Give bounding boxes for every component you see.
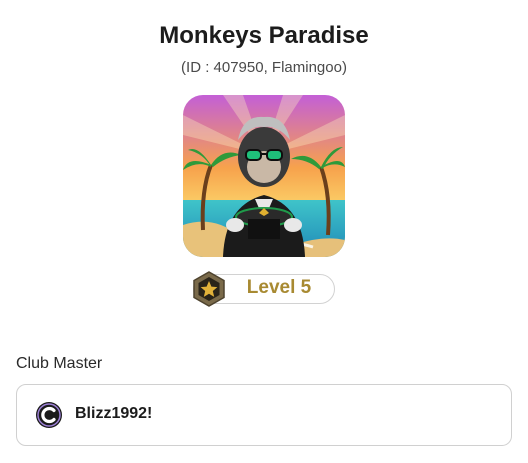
club-avatar <box>183 95 345 257</box>
star-hexagon-icon <box>192 271 226 307</box>
club-id-subtitle: (ID : 407950, Flamingoo) <box>181 59 347 76</box>
club-master-heading: Club Master <box>16 355 103 372</box>
monkey-dj-avatar-icon <box>183 95 345 257</box>
club-name: Monkeys Paradise <box>159 22 369 49</box>
c-logo-icon <box>35 401 63 429</box>
level-label: Level 5 <box>246 277 312 298</box>
club-master-card[interactable]: Blizz1992! <box>16 384 512 446</box>
club-master-name: Blizz1992! <box>75 405 153 422</box>
club-profile-page: Monkeys Paradise (ID : 407950, Flamingoo… <box>0 0 528 463</box>
